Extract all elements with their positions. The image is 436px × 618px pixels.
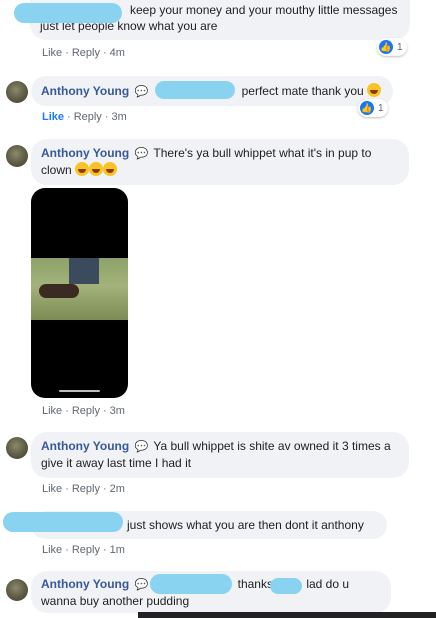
laughing-emoji-icon: [89, 162, 104, 176]
avatar[interactable]: [6, 579, 28, 601]
comment-bubble: Anthony Young 💬 Ya bull whippet is shite…: [31, 432, 409, 478]
dog-image: [39, 284, 79, 298]
timestamp[interactable]: 1m: [110, 544, 125, 556]
scroll-edge: [138, 612, 436, 618]
author-name[interactable]: Anthony Young: [41, 146, 129, 160]
redacted-name: [155, 81, 235, 99]
like-link[interactable]: Like: [42, 405, 62, 417]
author-name[interactable]: Anthony Young: [41, 84, 129, 98]
smiling-emoji-icon: [367, 83, 382, 97]
video-progress-bar[interactable]: [59, 390, 100, 392]
timestamp[interactable]: 3m: [111, 111, 126, 123]
reaction-count[interactable]: 👍 1: [358, 99, 388, 117]
comment-actions: Like · Reply · 3m: [42, 405, 125, 417]
avatar[interactable]: [6, 81, 28, 103]
timestamp[interactable]: 3m: [110, 405, 125, 417]
redacted-name: [14, 3, 122, 23]
like-link[interactable]: Like: [42, 111, 64, 123]
comment-actions: Like · Reply · 2m: [42, 483, 125, 495]
like-icon: 👍: [379, 40, 393, 54]
comment-bubble: Anthony Young 💬 There's ya bull whippet …: [31, 139, 409, 185]
comment-text: perfect mate thank you: [241, 84, 364, 98]
avatar[interactable]: [6, 437, 28, 459]
author-name[interactable]: Anthony Young: [41, 577, 129, 591]
reply-link[interactable]: Reply: [72, 47, 100, 59]
reply-link[interactable]: Reply: [72, 544, 100, 556]
messenger-icon: 💬: [134, 148, 149, 160]
like-link[interactable]: Like: [42, 47, 62, 59]
laughing-emoji-icon: [75, 162, 90, 176]
like-link[interactable]: Like: [42, 544, 62, 556]
timestamp[interactable]: 2m: [110, 483, 125, 495]
avatar[interactable]: [6, 145, 28, 167]
timestamp[interactable]: 4m: [110, 47, 125, 59]
redacted-name: [270, 578, 302, 594]
messenger-icon: 💬: [134, 86, 149, 98]
laughing-emoji-icon: [103, 162, 118, 176]
reply-link[interactable]: Reply: [72, 405, 100, 417]
video-frame: [31, 258, 128, 320]
messenger-icon: 💬: [134, 441, 149, 453]
comment-actions: Like · Reply · 3m: [42, 111, 127, 123]
attached-video-thumbnail[interactable]: [31, 188, 128, 398]
comment-actions: Like · Reply · 4m: [42, 47, 125, 59]
reaction-count[interactable]: 👍 1: [377, 38, 407, 56]
reply-link[interactable]: Reply: [72, 483, 100, 495]
like-link[interactable]: Like: [42, 483, 62, 495]
comment-actions: Like · Reply · 1m: [42, 544, 125, 556]
messenger-icon: 💬: [134, 579, 149, 591]
reply-link[interactable]: Reply: [74, 111, 102, 123]
author-name[interactable]: Anthony Young: [41, 439, 129, 453]
redacted-name: [150, 574, 232, 594]
redacted-name: [3, 512, 123, 532]
comment-text: just shows what you are then dont it ant…: [127, 518, 364, 532]
comment-text: thanks: [237, 577, 273, 591]
like-icon: 👍: [360, 101, 374, 115]
